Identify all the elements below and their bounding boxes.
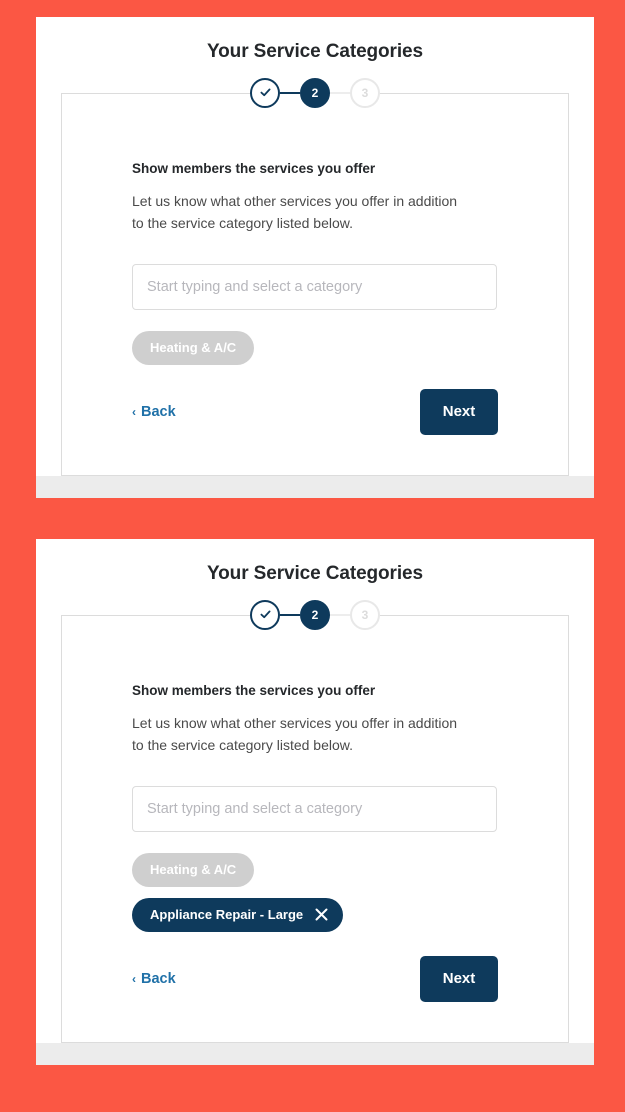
stepper-connector-2-3 bbox=[330, 613, 350, 616]
form-panel: Show members the services you offer Let … bbox=[61, 92, 569, 476]
card-body: Your Service Categories 2 3 Show members… bbox=[36, 17, 594, 476]
wizard-actions: ‹ Back Next bbox=[132, 388, 498, 475]
form-panel: Show members the services you offer Let … bbox=[61, 614, 569, 1043]
progress-stepper-wrap: 2 3 bbox=[36, 76, 594, 110]
selected-categories-list: Heating & A/C bbox=[132, 330, 498, 365]
section-heading: Show members the services you offer bbox=[132, 682, 376, 698]
back-link[interactable]: ‹ Back bbox=[132, 971, 176, 987]
next-button[interactable]: Next bbox=[420, 388, 498, 435]
card-body: Your Service Categories 2 3 Show members… bbox=[36, 539, 594, 1043]
step-2-current[interactable]: 2 bbox=[300, 599, 330, 630]
stepper-connector-1-2 bbox=[280, 613, 300, 616]
category-chip-locked: Heating & A/C bbox=[132, 852, 255, 887]
stepper-connector-2-3 bbox=[330, 91, 350, 94]
screenshot-stage: Your Service Categories 2 3 Show members… bbox=[0, 0, 625, 1112]
selected-categories-list: Heating & A/C Appliance Repair - Large bbox=[132, 852, 498, 932]
progress-stepper: 2 3 bbox=[36, 598, 594, 632]
category-chip-locked: Heating & A/C bbox=[132, 330, 255, 365]
back-link[interactable]: ‹ Back bbox=[132, 404, 176, 420]
progress-stepper-wrap: 2 3 bbox=[36, 598, 594, 632]
back-link-label: Back bbox=[141, 403, 176, 420]
page-title: Your Service Categories bbox=[207, 41, 423, 62]
step-1-completed[interactable] bbox=[250, 599, 280, 630]
section-heading: Show members the services you offer bbox=[132, 160, 376, 176]
form-content: Show members the services you offer Let … bbox=[62, 682, 568, 1042]
progress-stepper: 2 3 bbox=[36, 76, 594, 110]
stepper-connector-1-2 bbox=[280, 91, 300, 94]
back-link-label: Back bbox=[141, 970, 176, 987]
wizard-card-step2-with-selection: Your Service Categories 2 3 Show members… bbox=[36, 539, 594, 1065]
check-icon bbox=[259, 608, 272, 621]
step-2-current[interactable]: 2 bbox=[300, 77, 330, 108]
chevron-left-icon: ‹ bbox=[132, 971, 136, 986]
card-footer-bar bbox=[36, 1042, 594, 1065]
section-description: Let us know what other services you offe… bbox=[132, 193, 458, 231]
category-search-input[interactable] bbox=[132, 785, 497, 832]
category-search-input[interactable] bbox=[132, 263, 497, 310]
step-3-upcoming[interactable]: 3 bbox=[350, 77, 380, 108]
category-chip-row: Appliance Repair - Large bbox=[132, 897, 498, 932]
category-chip-label: Heating & A/C bbox=[150, 340, 237, 356]
form-content: Show members the services you offer Let … bbox=[62, 160, 568, 475]
page-title: Your Service Categories bbox=[207, 563, 423, 584]
section-description: Let us know what other services you offe… bbox=[132, 715, 458, 753]
category-chip-label: Heating & A/C bbox=[150, 862, 237, 878]
chevron-left-icon: ‹ bbox=[132, 404, 136, 419]
check-icon bbox=[259, 86, 272, 99]
close-icon[interactable] bbox=[314, 907, 329, 922]
next-button[interactable]: Next bbox=[420, 955, 498, 1002]
step-3-upcoming[interactable]: 3 bbox=[350, 599, 380, 630]
step-1-completed[interactable] bbox=[250, 77, 280, 108]
wizard-actions: ‹ Back Next bbox=[132, 955, 498, 1042]
category-chip-selected[interactable]: Appliance Repair - Large bbox=[132, 897, 344, 932]
wizard-card-step2-initial: Your Service Categories 2 3 Show members… bbox=[36, 17, 594, 498]
card-footer-bar bbox=[36, 475, 594, 498]
category-chip-label: Appliance Repair - Large bbox=[150, 907, 304, 923]
